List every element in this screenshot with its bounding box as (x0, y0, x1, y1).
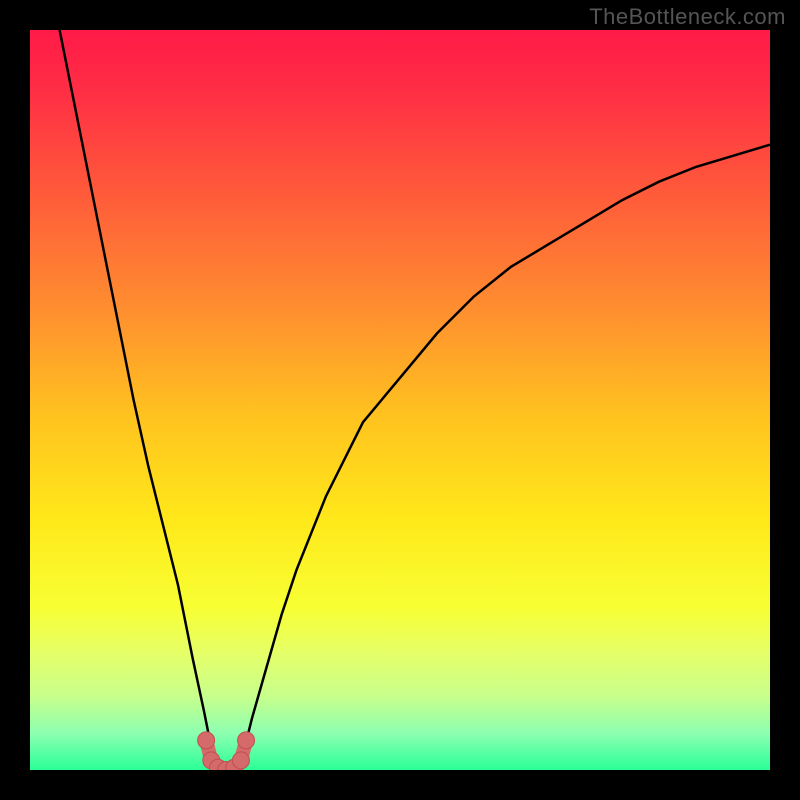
watermark-text: TheBottleneck.com (589, 4, 786, 30)
plot-area (30, 30, 770, 770)
chart-frame: TheBottleneck.com (0, 0, 800, 800)
chart-svg (30, 30, 770, 770)
notch-marker-dot (238, 732, 255, 749)
notch-marker-dot (232, 752, 249, 769)
gradient-background (30, 30, 770, 770)
notch-marker-dot (198, 732, 215, 749)
